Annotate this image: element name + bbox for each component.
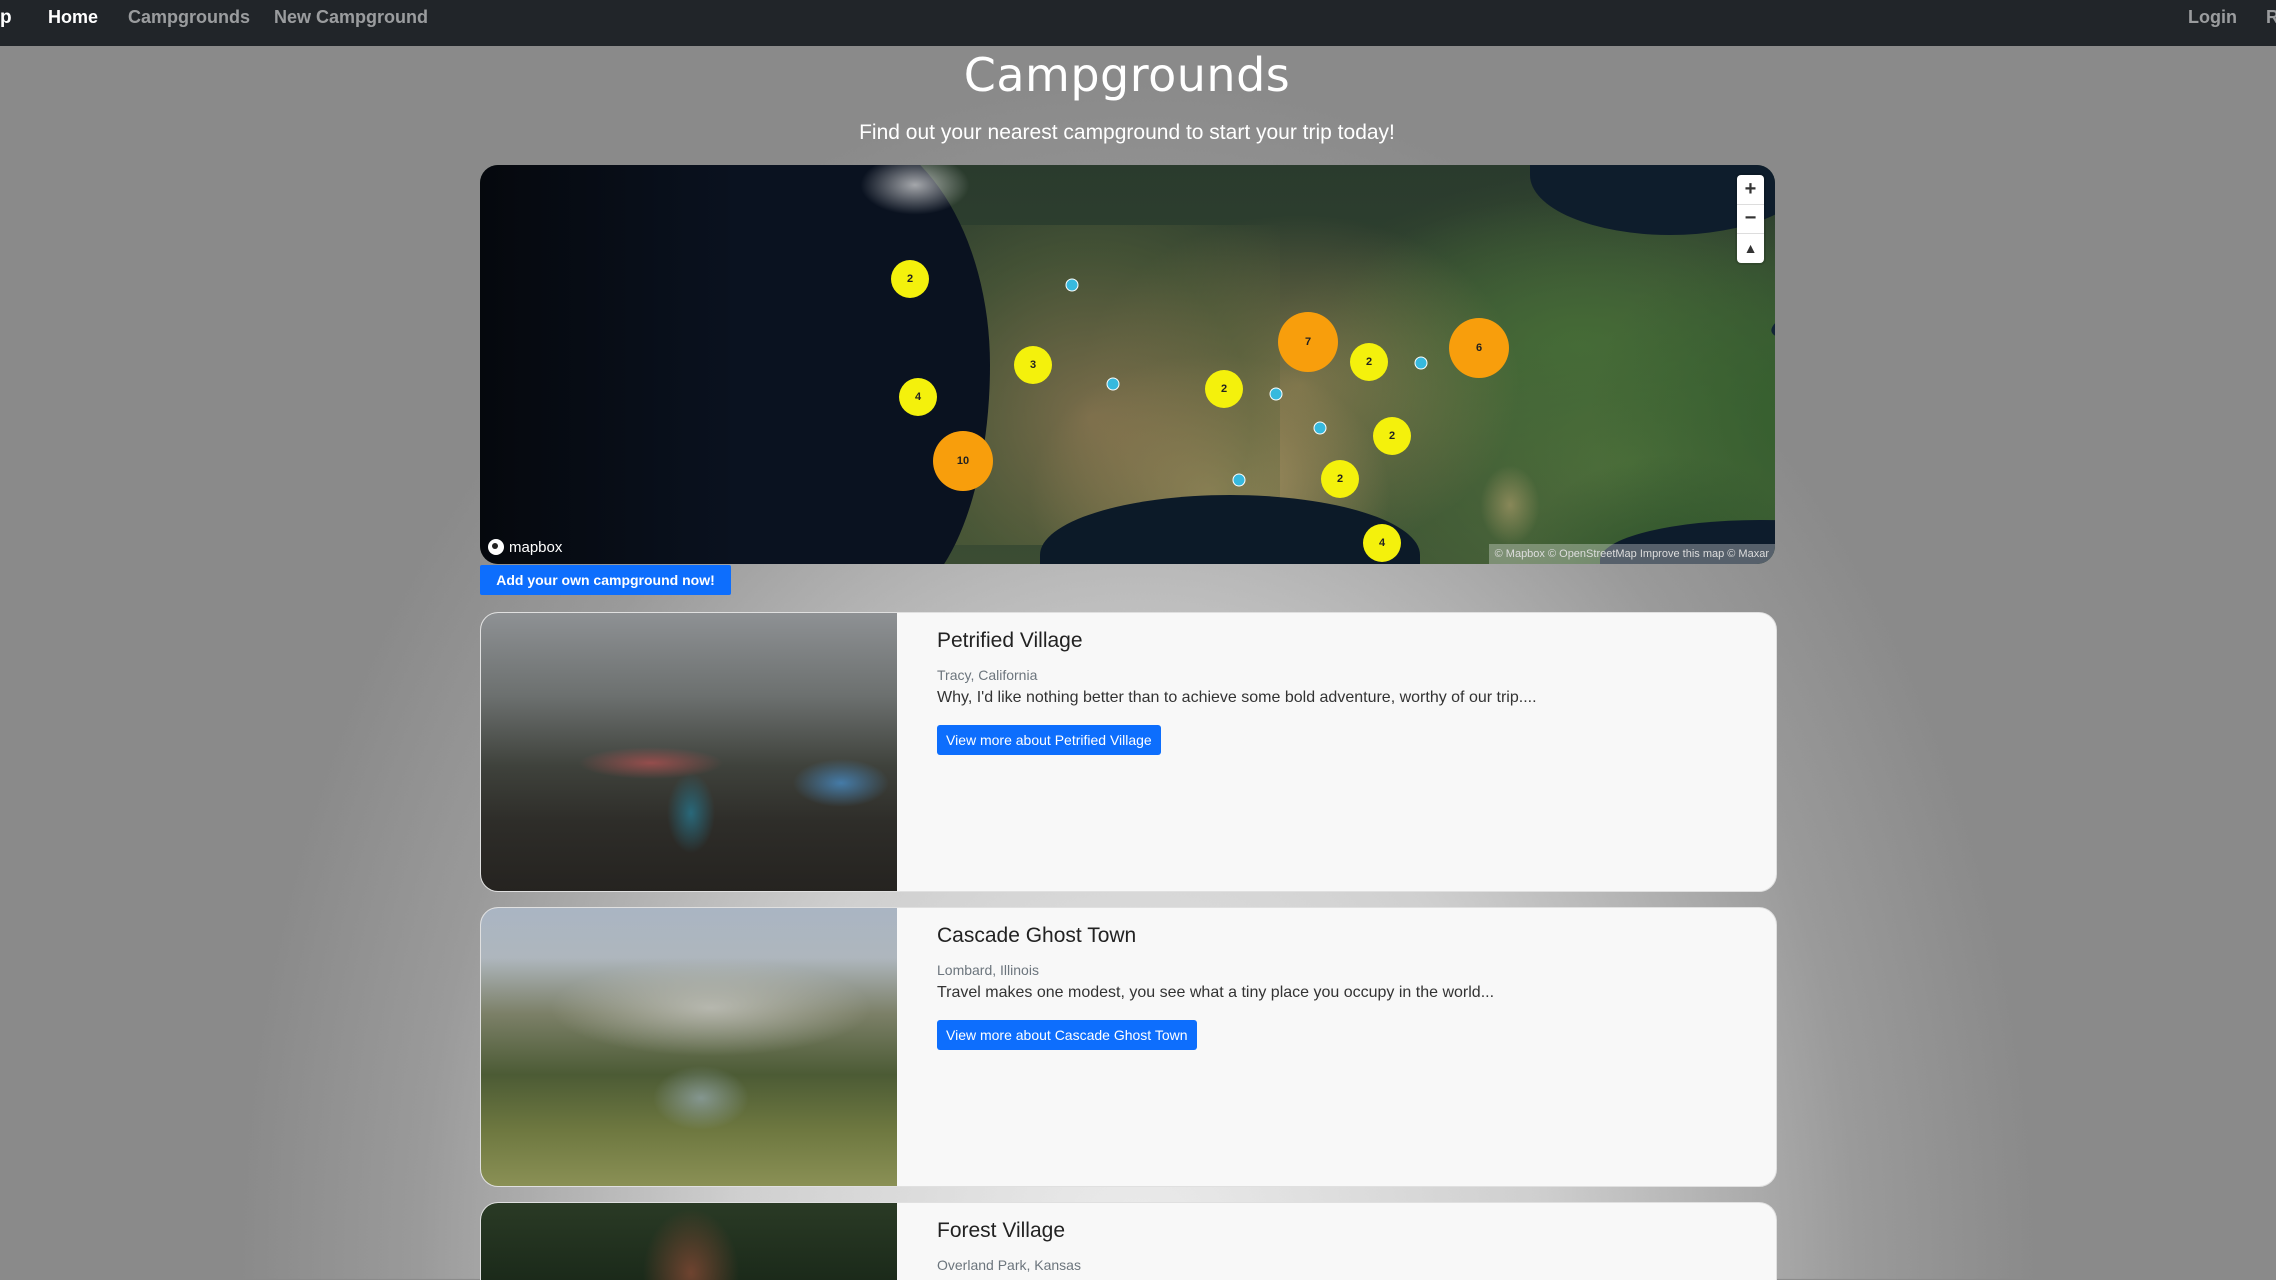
map-attribution[interactable]: © Mapbox © OpenStreetMap Improve this ma…	[1488, 544, 1775, 564]
mapbox-logo[interactable]: mapbox	[488, 536, 562, 558]
campground-title: Forest Village	[937, 1219, 1066, 1242]
map-cluster[interactable]: 3	[1014, 346, 1052, 384]
campground-description: Travel makes one modest, you see what a …	[937, 984, 1495, 1001]
campground-location: Tracy, California	[937, 667, 1038, 683]
cluster-map[interactable]: 2 3 4 10 7 2 6 2 2 2 4 + − ▲ mapbox © Ma…	[480, 165, 1775, 564]
nav-link-campgrounds[interactable]: Campgrounds	[128, 7, 250, 28]
map-cluster[interactable]: 2	[1350, 343, 1388, 381]
map-cluster[interactable]: 10	[933, 431, 993, 491]
campground-image	[481, 908, 897, 1186]
compass-button[interactable]: ▲	[1737, 233, 1764, 262]
map-point[interactable]	[1414, 356, 1428, 370]
map-point[interactable]	[1313, 421, 1327, 435]
campground-location: Lombard, Illinois	[937, 962, 1039, 978]
campground-image	[481, 1203, 897, 1280]
add-campground-button[interactable]: Add your own campground now!	[480, 565, 731, 595]
map-point[interactable]	[1065, 278, 1079, 292]
nav-link-home[interactable]: Home	[48, 7, 98, 28]
nav-link-new-campground[interactable]: New Campground	[274, 7, 428, 28]
campground-image	[481, 613, 897, 891]
map-cluster[interactable]: 6	[1449, 318, 1509, 378]
campground-card: Cascade Ghost Town Lombard, Illinois Tra…	[480, 907, 1777, 1187]
campground-description: Why, I'd like nothing better than to ach…	[937, 689, 1537, 706]
map-cluster[interactable]: 4	[1363, 524, 1401, 562]
map-point[interactable]	[1269, 387, 1283, 401]
mapbox-logo-icon	[488, 539, 504, 555]
map-cluster[interactable]: 4	[899, 378, 937, 416]
nav-link-register[interactable]: R	[2266, 7, 2276, 28]
zoom-in-button[interactable]: +	[1737, 175, 1764, 205]
mapbox-logo-text: mapbox	[509, 538, 563, 556]
navbar: p Home Campgrounds New Campground Login …	[0, 0, 2276, 46]
campground-location: Overland Park, Kansas	[937, 1257, 1081, 1273]
navbar-brand[interactable]: p	[0, 7, 12, 29]
campground-card: Forest Village Overland Park, Kansas	[480, 1202, 1777, 1280]
map-cluster[interactable]: 2	[1205, 370, 1243, 408]
view-campground-button[interactable]: View more about Cascade Ghost Town	[937, 1020, 1197, 1050]
view-campground-button[interactable]: View more about Petrified Village	[937, 725, 1161, 755]
campground-title: Cascade Ghost Town	[937, 924, 1137, 947]
map-cluster[interactable]: 2	[891, 260, 929, 298]
map-cluster[interactable]: 2	[1321, 460, 1359, 498]
map-point[interactable]	[1106, 377, 1120, 391]
campground-card: Petrified Village Tracy, California Why,…	[480, 612, 1777, 892]
page-subtitle: Find out your nearest campground to star…	[859, 121, 1395, 144]
zoom-out-button[interactable]: −	[1737, 204, 1764, 234]
map-controls: + − ▲	[1737, 175, 1764, 263]
nav-link-login[interactable]: Login	[2188, 7, 2237, 28]
page-title: Campgrounds	[963, 48, 1291, 102]
map-cluster[interactable]: 7	[1278, 312, 1338, 372]
campground-title: Petrified Village	[937, 629, 1083, 652]
map-cluster[interactable]: 2	[1373, 417, 1411, 455]
map-point[interactable]	[1232, 473, 1246, 487]
